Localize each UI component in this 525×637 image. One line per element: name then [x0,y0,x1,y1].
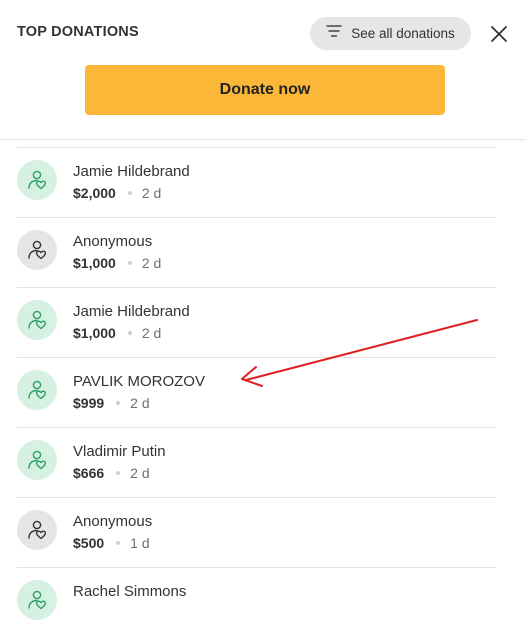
modal-header: TOP DONATIONS See all donations Donate n… [0,0,525,140]
donation-meta: $1,000 2 d [73,325,161,341]
donation-row: Anonymous $500 1 d [0,497,500,567]
donor-heart-icon [17,160,57,200]
donation-time: 2 d [141,255,162,271]
donor-name: Anonymous [73,513,153,530]
donation-meta: $1,000 2 d [73,255,161,271]
donation-meta: $666 2 d [73,465,150,481]
donor-name: Vladimir Putin [73,443,166,460]
donation-row: Rachel Simmons [0,567,500,637]
close-button[interactable] [487,22,511,46]
separator-dot [127,191,132,195]
page-title: TOP DONATIONS [17,24,139,40]
donor-heart-icon [17,440,57,480]
filter-lines-icon [326,24,342,43]
donation-meta: $999 2 d [73,395,150,411]
donor-heart-icon [17,510,57,550]
donor-heart-icon [17,230,57,270]
donation-time: 2 d [141,325,162,341]
see-all-donations-button[interactable]: See all donations [310,17,471,50]
donor-heart-icon [17,580,57,620]
donor-name: Rachel Simmons [73,583,187,600]
donor-name: PAVLIK MOROZOV [73,373,205,390]
donation-amount: $666 [73,465,105,481]
donation-row: Jamie Hildebrand $2,000 2 d [0,147,500,217]
donor-heart-icon [17,370,57,410]
separator-dot [116,401,121,405]
see-all-donations-label: See all donations [351,26,455,41]
donation-time: 2 d [130,395,150,411]
donation-amount: $1,000 [73,255,116,271]
donation-time: 1 d [130,535,150,551]
separator-dot [116,541,121,545]
donor-name: Jamie Hildebrand [73,163,190,180]
donation-row: Anonymous $1,000 2 d [0,217,500,287]
close-icon [491,26,507,42]
donation-amount: $500 [73,535,105,551]
donor-heart-icon [17,300,57,340]
donate-now-button[interactable]: Donate now [85,65,445,115]
donation-meta: $2,000 2 d [73,185,161,201]
separator-dot [116,471,121,475]
donation-time: 2 d [130,465,150,481]
donation-time: 2 d [141,185,162,201]
donation-amount: $1,000 [73,325,116,341]
donor-name: Anonymous [73,233,153,250]
donation-row: Vladimir Putin $666 2 d [0,427,500,497]
donor-name: Jamie Hildebrand [73,303,190,320]
donation-row: PAVLIK MOROZOV $999 2 d [0,357,500,427]
separator-dot [127,331,132,335]
donation-meta: $500 1 d [73,535,150,551]
donation-amount: $999 [73,395,105,411]
donation-row: Jamie Hildebrand $1,000 2 d [0,287,500,357]
separator-dot [127,261,132,265]
donation-amount: $2,000 [73,185,116,201]
